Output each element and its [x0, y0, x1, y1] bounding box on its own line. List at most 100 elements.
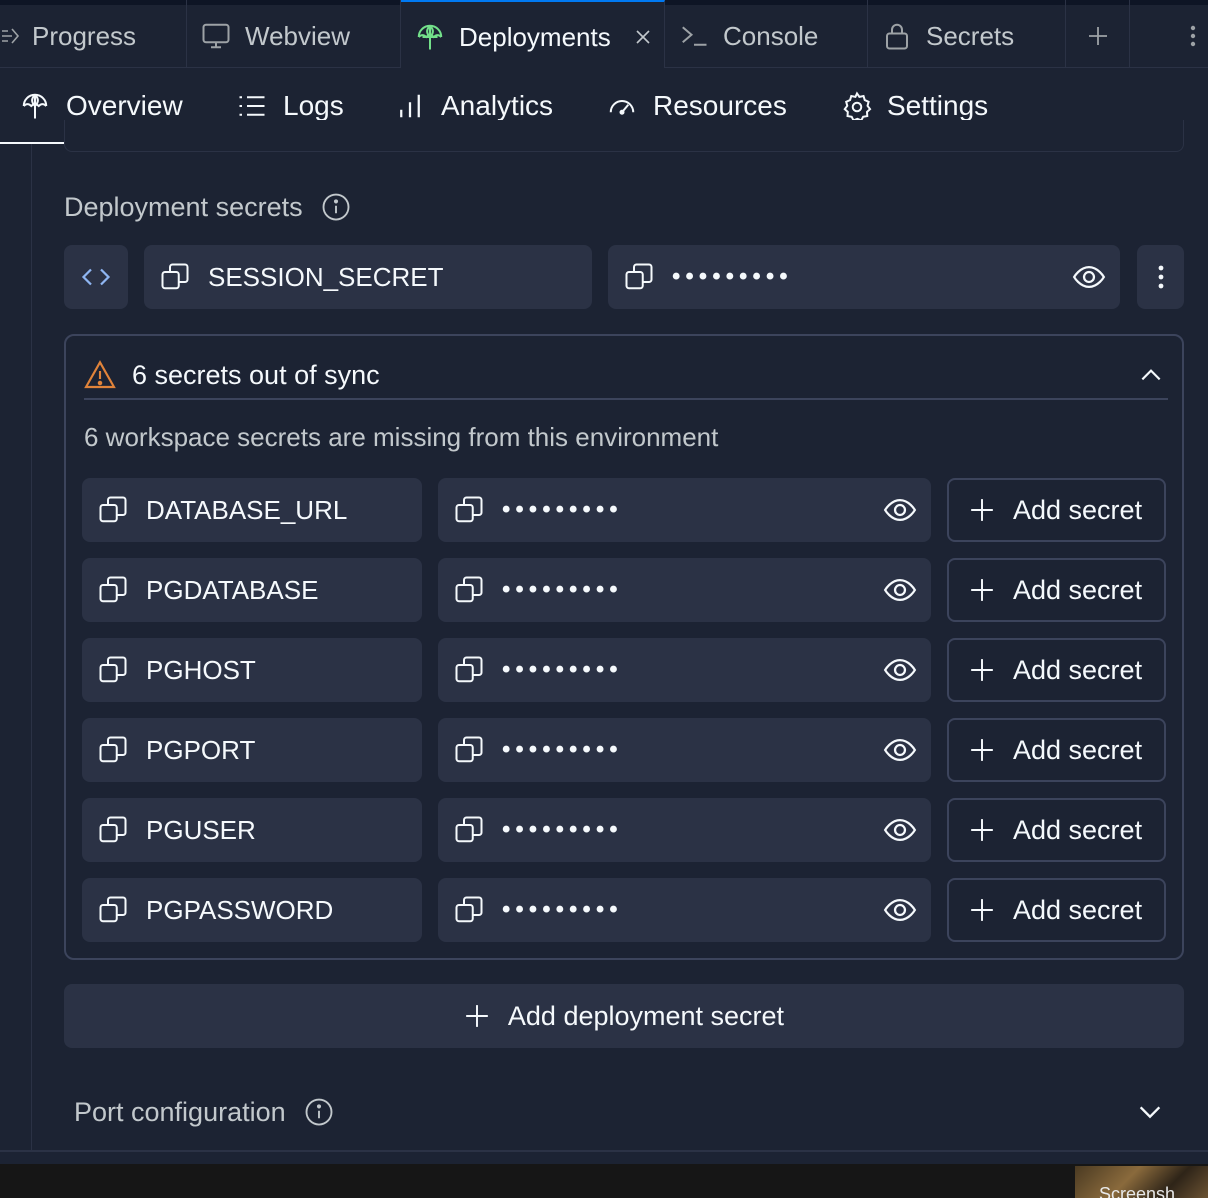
eye-icon[interactable]	[883, 493, 917, 527]
missing-secret-row: DATABASE_URL ••••••••• Add secret	[82, 478, 1166, 542]
tab-more-button[interactable]	[1130, 0, 1200, 68]
plus-icon	[969, 817, 995, 843]
secret-value-masked: •••••••••	[502, 896, 623, 923]
out-of-sync-header[interactable]: 6 secrets out of sync	[84, 352, 1168, 400]
copy-icon[interactable]	[98, 575, 128, 605]
editor-tab-strip: Progress Webview Deployments Console Sec…	[0, 0, 1208, 69]
copy-icon[interactable]	[454, 655, 484, 685]
copy-icon[interactable]	[98, 495, 128, 525]
gauge-icon	[607, 91, 637, 121]
plus-icon	[969, 897, 995, 923]
tab-deployments[interactable]: Deployments	[401, 0, 665, 69]
edit-as-code-button[interactable]	[64, 245, 128, 309]
monitor-icon	[201, 21, 231, 51]
secret-key-field[interactable]: PGUSER	[82, 798, 422, 862]
copy-icon[interactable]	[98, 655, 128, 685]
add-secret-button[interactable]: Add secret	[947, 878, 1166, 942]
lock-icon	[882, 21, 912, 51]
out-of-sync-title: 6 secrets out of sync	[132, 359, 380, 390]
deploy-icon	[20, 91, 50, 121]
add-secret-button[interactable]: Add secret	[947, 638, 1166, 702]
secret-more-button[interactable]	[1137, 245, 1184, 309]
eye-icon[interactable]	[883, 653, 917, 687]
secret-value-field[interactable]: •••••••••	[438, 478, 931, 542]
copy-icon[interactable]	[454, 735, 484, 765]
plus-icon	[969, 657, 995, 683]
secret-key-field[interactable]: PGPASSWORD	[82, 878, 422, 942]
copy-icon[interactable]	[454, 495, 484, 525]
add-secret-label: Add secret	[1013, 734, 1143, 765]
copy-icon[interactable]	[454, 575, 484, 605]
tab-label: Secrets	[926, 20, 1015, 51]
eye-icon[interactable]	[883, 733, 917, 767]
add-deployment-secret-button[interactable]: Add deployment secret	[64, 984, 1184, 1048]
list-icon	[237, 91, 267, 121]
new-tab-button[interactable]	[1066, 0, 1130, 68]
secret-value-field[interactable]: •••••••••	[438, 798, 931, 862]
screenshot-thumbnail[interactable]: Screensh	[1075, 1166, 1208, 1198]
chevron-up-icon[interactable]	[1138, 362, 1164, 388]
copy-icon[interactable]	[454, 815, 484, 845]
secret-key-field[interactable]: PGPORT	[82, 718, 422, 782]
secret-key-field[interactable]: SESSION_SECRET	[144, 245, 592, 309]
secret-value-field[interactable]: •••••••••	[438, 718, 931, 782]
add-secret-label: Add secret	[1013, 574, 1143, 605]
secret-value-field[interactable]: •••••••••	[438, 558, 931, 622]
add-secret-button[interactable]: Add secret	[947, 558, 1166, 622]
secret-key: PGUSER	[146, 814, 256, 845]
tab-secrets[interactable]: Secrets	[868, 0, 1066, 68]
copy-icon[interactable]	[624, 262, 654, 292]
copy-icon[interactable]	[160, 262, 190, 292]
secret-key-field[interactable]: PGHOST	[82, 638, 422, 702]
secret-value-masked: •••••••••	[502, 656, 623, 683]
secret-value-masked: •••••••••	[502, 816, 623, 843]
tab-webview[interactable]: Webview	[187, 0, 401, 68]
thumbnail-label: Screensh	[1099, 1184, 1176, 1198]
code-icon	[81, 262, 111, 292]
tab-console[interactable]: Console	[665, 0, 868, 68]
missing-secret-row: PGUSER ••••••••• Add secret	[82, 798, 1166, 862]
subnav-label: Analytics	[441, 90, 554, 121]
info-icon[interactable]	[321, 192, 351, 222]
more-vertical-icon	[1156, 262, 1166, 292]
chevron-down-icon[interactable]	[1136, 1098, 1164, 1126]
secret-key-field[interactable]: PGDATABASE	[82, 558, 422, 622]
deployment-secrets-heading: Deployment secrets	[64, 188, 351, 226]
copy-icon[interactable]	[98, 815, 128, 845]
gear-icon	[841, 91, 872, 122]
port-configuration-heading[interactable]: Port configuration	[74, 1092, 334, 1132]
add-secret-button[interactable]: Add secret	[947, 718, 1166, 782]
progress-icon	[0, 21, 24, 51]
secret-key-field[interactable]: DATABASE_URL	[82, 478, 422, 542]
secret-value-field[interactable]: •••••••••	[608, 245, 1120, 309]
bar-chart-icon	[395, 91, 425, 121]
secret-key: DATABASE_URL	[146, 494, 348, 525]
section-title: Port configuration	[74, 1096, 286, 1127]
section-title: Deployment secrets	[64, 191, 303, 222]
eye-icon[interactable]	[1072, 260, 1106, 294]
copy-icon[interactable]	[98, 735, 128, 765]
tab-progress[interactable]: Progress	[0, 0, 187, 68]
secret-value-masked: •••••••••	[502, 736, 623, 763]
secret-value-field[interactable]: •••••••••	[438, 638, 931, 702]
add-secret-button[interactable]: Add secret	[947, 478, 1166, 542]
add-secret-button[interactable]: Add secret	[947, 798, 1166, 862]
close-icon[interactable]	[633, 27, 653, 47]
eye-icon[interactable]	[883, 813, 917, 847]
warning-icon	[84, 359, 116, 391]
eye-icon[interactable]	[883, 573, 917, 607]
tab-label: Webview	[245, 20, 351, 51]
add-secret-label: Add secret	[1013, 654, 1143, 685]
tab-label: Console	[723, 20, 819, 51]
secret-key: SESSION_SECRET	[208, 261, 444, 292]
tab-label: Progress	[32, 20, 137, 51]
plus-icon	[464, 1003, 490, 1029]
eye-icon[interactable]	[883, 893, 917, 927]
info-icon[interactable]	[304, 1097, 334, 1127]
missing-secret-row: PGPORT ••••••••• Add secret	[82, 718, 1166, 782]
secret-value-field[interactable]: •••••••••	[438, 878, 931, 942]
copy-icon[interactable]	[454, 895, 484, 925]
copy-icon[interactable]	[98, 895, 128, 925]
subnav-label: Settings	[887, 90, 989, 121]
plus-icon	[969, 497, 995, 523]
